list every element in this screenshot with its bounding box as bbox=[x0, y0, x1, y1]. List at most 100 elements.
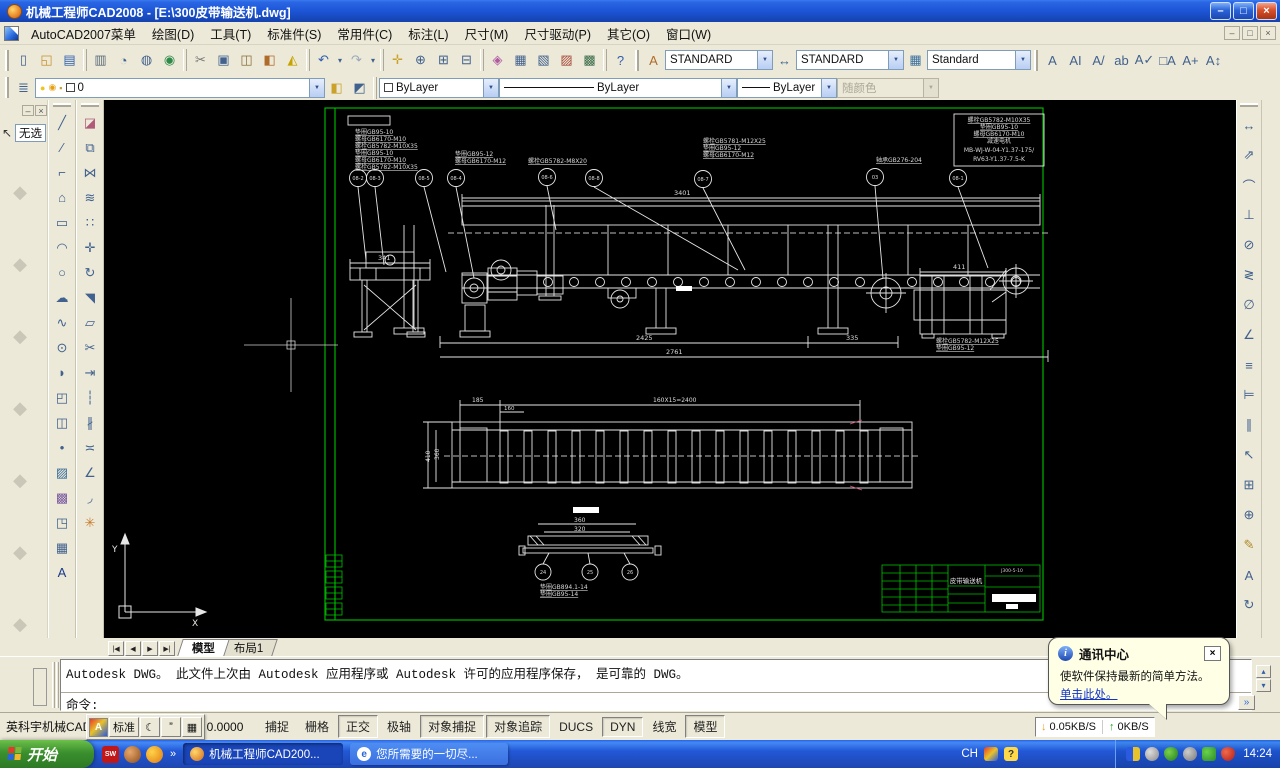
copy-button[interactable]: ▣ bbox=[212, 49, 235, 72]
command-grab-bar[interactable] bbox=[56, 662, 59, 708]
calculator-button[interactable]: ▩ bbox=[578, 49, 601, 72]
array-button[interactable]: ∷ bbox=[78, 210, 102, 235]
zoom-previous-button[interactable]: ⊟ bbox=[455, 49, 478, 72]
offset-button[interactable]: ≋ bbox=[78, 185, 102, 210]
menu-item-standard-parts[interactable]: 标准件(S) bbox=[259, 22, 329, 45]
fillet-button[interactable]: ◞ bbox=[78, 485, 102, 510]
paste-button[interactable]: ◫ bbox=[235, 49, 258, 72]
scale-button[interactable]: ◥ bbox=[78, 285, 102, 310]
toolbar-handle[interactable] bbox=[1034, 50, 1038, 71]
tool-palettes-button[interactable]: ▦ bbox=[509, 49, 532, 72]
toggle-grid[interactable]: 栅格 bbox=[298, 716, 336, 737]
block-editor-button[interactable]: ◭ bbox=[281, 49, 304, 72]
docked-palette-button[interactable]: ◆ bbox=[2, 444, 38, 516]
toolbar-handle[interactable] bbox=[81, 103, 99, 107]
spline-button[interactable]: ∿ bbox=[50, 310, 74, 335]
break-at-point-button[interactable]: ┆ bbox=[78, 385, 102, 410]
command-grab-bar[interactable] bbox=[52, 662, 55, 708]
text-style-button[interactable]: A bbox=[642, 49, 665, 72]
dim-style-button[interactable]: ↔ bbox=[773, 49, 796, 72]
find-text-button[interactable]: ab bbox=[1110, 49, 1133, 72]
continue-dim-button[interactable]: ∥ bbox=[1237, 410, 1261, 440]
popup-close-button[interactable]: × bbox=[1204, 646, 1221, 661]
table-style-combo[interactable]: Standard ▼ bbox=[927, 50, 1031, 70]
new-button[interactable]: ▯ bbox=[12, 49, 35, 72]
justify-text-button[interactable]: A↕ bbox=[1202, 49, 1225, 72]
taskbar-task-cad[interactable]: 机械工程师CAD200... bbox=[183, 743, 343, 765]
docked-palette-button[interactable]: ◆ bbox=[2, 372, 38, 444]
ime-tray-icon[interactable] bbox=[984, 747, 998, 761]
tray-shield-red-icon[interactable] bbox=[1221, 747, 1235, 761]
docked-palette-button[interactable]: ◆ bbox=[2, 156, 38, 228]
docked-palette-button[interactable]: ◆ bbox=[2, 228, 38, 300]
stretch-button[interactable]: ▱ bbox=[78, 310, 102, 335]
menu-item-common-parts[interactable]: 常用件(C) bbox=[329, 22, 400, 45]
menu-item-window[interactable]: 窗口(W) bbox=[658, 22, 719, 45]
zoom-window-button[interactable]: ⊞ bbox=[432, 49, 455, 72]
tolerance-button[interactable]: ⊞ bbox=[1237, 470, 1261, 500]
tray-messenger-icon[interactable] bbox=[1145, 747, 1159, 761]
menu-item-others[interactable]: 其它(O) bbox=[599, 22, 658, 45]
toolbar-handle[interactable] bbox=[5, 77, 9, 98]
palette-close-button[interactable]: × bbox=[35, 105, 47, 116]
doc-minimize-button[interactable]: – bbox=[1224, 26, 1240, 40]
etransmit-button[interactable]: ◉ bbox=[158, 49, 181, 72]
quick-dim-button[interactable]: ≡ bbox=[1237, 350, 1261, 380]
markup-button[interactable]: ▨ bbox=[555, 49, 578, 72]
jogged-dim-button[interactable]: ≷ bbox=[1237, 260, 1261, 290]
layer-previous-button[interactable]: ◩ bbox=[348, 76, 371, 99]
menu-item-draw[interactable]: 绘图(D) bbox=[144, 22, 202, 45]
explode-button[interactable]: ✳ bbox=[78, 510, 102, 535]
sheet-set-button[interactable]: ▧ bbox=[532, 49, 555, 72]
command-scroll-down-button[interactable]: ▾ bbox=[1256, 679, 1271, 692]
quick-launch-icon[interactable] bbox=[124, 746, 141, 763]
dim-style-combo[interactable]: STANDARD ▼ bbox=[796, 50, 904, 70]
lineweight-combo[interactable]: ByLayer ▼ bbox=[737, 78, 837, 98]
angular-dim-button[interactable]: ∠ bbox=[1237, 320, 1261, 350]
chevron-down-icon[interactable]: ▼ bbox=[721, 79, 736, 97]
layer-combo[interactable]: ● ◉ ▪ 0 ▼ bbox=[35, 78, 325, 98]
arc-length-button[interactable]: ⌒ bbox=[1237, 170, 1261, 200]
copy-object-button[interactable]: ⧉ bbox=[78, 135, 102, 160]
cut-button[interactable]: ✂ bbox=[189, 49, 212, 72]
rectangle-button[interactable]: ▭ bbox=[50, 210, 74, 235]
revcloud-button[interactable]: ☁ bbox=[50, 285, 74, 310]
insert-block-button[interactable]: ◰ bbox=[50, 385, 74, 410]
trim-button[interactable]: ✂ bbox=[78, 335, 102, 360]
point-button[interactable]: • bbox=[50, 435, 74, 460]
text-style-box-button[interactable]: □A bbox=[1156, 49, 1179, 72]
tray-volume-icon[interactable] bbox=[1183, 747, 1197, 761]
gradient-button[interactable]: ▩ bbox=[50, 485, 74, 510]
make-block-button[interactable]: ◫ bbox=[50, 410, 74, 435]
tab-last-button[interactable]: ▶| bbox=[159, 641, 175, 656]
docked-palette-button[interactable]: ◆ bbox=[2, 300, 38, 372]
toggle-dyn[interactable]: DYN bbox=[602, 717, 643, 737]
plot-button[interactable]: ▥ bbox=[89, 49, 112, 72]
linetype-combo[interactable]: ByLayer ▼ bbox=[499, 78, 737, 98]
chamfer-button[interactable]: ∠ bbox=[78, 460, 102, 485]
tray-shield-green-icon[interactable] bbox=[1164, 747, 1178, 761]
open-button[interactable]: ◱ bbox=[35, 49, 58, 72]
ime-punct-button[interactable]: ” bbox=[161, 717, 181, 737]
toggle-polar[interactable]: 极轴 bbox=[380, 716, 418, 737]
join-button[interactable]: ≍ bbox=[78, 435, 102, 460]
scale-text-button[interactable]: A+ bbox=[1179, 49, 1202, 72]
plot-preview-button[interactable]: ◔ bbox=[112, 49, 135, 72]
command-expand-button[interactable]: » bbox=[1238, 695, 1255, 710]
ellipse-button[interactable]: ⊙ bbox=[50, 335, 74, 360]
break-button[interactable]: ∦ bbox=[78, 410, 102, 435]
doc-close-button[interactable]: × bbox=[1260, 26, 1276, 40]
pan-button[interactable]: ✛ bbox=[386, 49, 409, 72]
construction-line-button[interactable]: ∕ bbox=[50, 135, 74, 160]
drawing-canvas[interactable]: 08-2 08-3 08-5 08-4 08-6 08-8 08-7 03 08… bbox=[104, 100, 1236, 638]
chevron-down-icon[interactable]: ▼ bbox=[888, 51, 903, 69]
tray-grid-icon[interactable] bbox=[1126, 747, 1140, 761]
linear-dim-button[interactable]: ↔ bbox=[1237, 110, 1261, 140]
ime-softkbd-button[interactable]: ▦ bbox=[182, 717, 202, 737]
toggle-snap[interactable]: 捕捉 bbox=[258, 716, 296, 737]
tab-first-button[interactable]: |◀ bbox=[108, 641, 124, 656]
arc-button[interactable]: ◠ bbox=[50, 235, 74, 260]
menu-item-dim-drive[interactable]: 尺寸驱动(P) bbox=[516, 22, 599, 45]
doc-restore-button[interactable]: □ bbox=[1242, 26, 1258, 40]
toggle-lineweight[interactable]: 线宽 bbox=[645, 716, 683, 737]
